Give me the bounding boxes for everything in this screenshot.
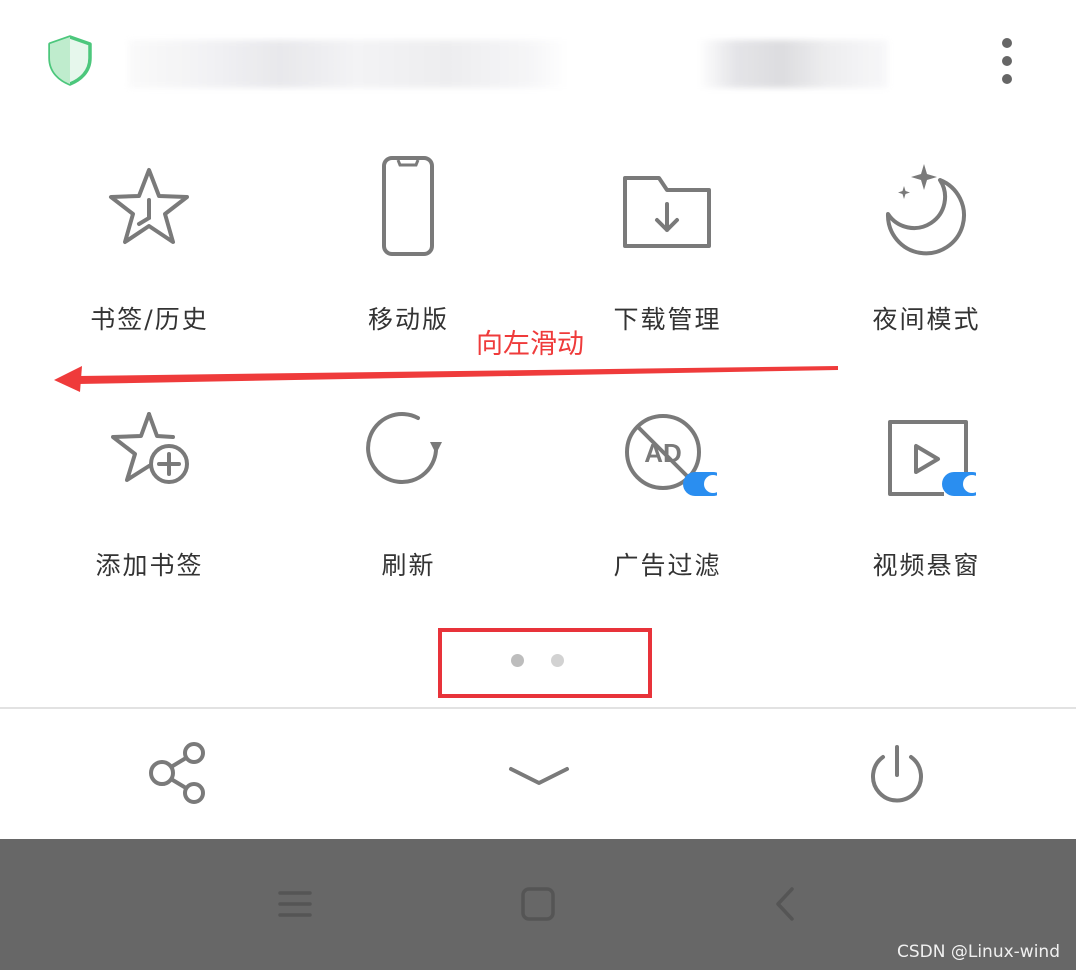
- menu-item-label: 书签/历史: [90, 305, 209, 334]
- menu-item-label: 广告过滤: [613, 551, 722, 580]
- menu-item-video-float[interactable]: 视频悬窗: [797, 386, 1056, 586]
- collapse-chevron-icon[interactable]: [499, 735, 579, 815]
- home-icon[interactable]: [513, 879, 563, 929]
- menu-item-label: 刷新: [381, 551, 436, 580]
- menu-item-label: 视频悬窗: [872, 551, 981, 580]
- back-icon[interactable]: [762, 879, 812, 929]
- menu-item-refresh[interactable]: 刷新: [279, 386, 538, 586]
- system-nav-bar: CSDN @Linux-wind: [0, 839, 1076, 970]
- menu-item-label: 添加书签: [95, 551, 204, 580]
- refresh-icon: [366, 412, 442, 484]
- swipe-left-arrow-icon: [54, 366, 838, 392]
- page-dot-2[interactable]: [551, 654, 564, 667]
- bottom-toolbar: [0, 709, 1076, 839]
- menu-item-ad-filter[interactable]: AD 广告过滤: [538, 386, 797, 586]
- download-folder-icon: [623, 176, 711, 248]
- menu-item-downloads[interactable]: 下载管理: [538, 140, 797, 340]
- menu-row: 添加书签 刷新 AD 广告过滤 视频悬窗: [20, 386, 1056, 586]
- power-icon[interactable]: [857, 735, 937, 815]
- menu-item-add-bookmark[interactable]: 添加书签: [20, 386, 279, 586]
- video-float-icon: [888, 420, 976, 496]
- share-icon[interactable]: [138, 735, 218, 815]
- bookmark-history-icon: [109, 168, 189, 244]
- more-vertical-icon[interactable]: [994, 34, 1020, 86]
- menu-item-mobile-version[interactable]: 移动版: [279, 140, 538, 340]
- svg-text:AD: AD: [644, 438, 682, 468]
- menu-item-label: 夜间模式: [872, 305, 981, 334]
- menu-icon[interactable]: [270, 879, 320, 929]
- menu-row: 书签/历史 移动版 下载管理 夜间模式: [20, 140, 1056, 340]
- url-bar[interactable]: [128, 40, 888, 88]
- menu-item-bookmarks-history[interactable]: 书签/历史: [20, 140, 279, 340]
- top-bar: [0, 0, 1076, 120]
- menu-item-night-mode[interactable]: 夜间模式: [797, 140, 1056, 340]
- phone-icon: [382, 156, 434, 256]
- watermark: CSDN @Linux-wind: [896, 942, 1060, 962]
- pager-highlight-box: [438, 628, 652, 698]
- page-dot-1[interactable]: [511, 654, 524, 667]
- ad-filter-icon: AD: [625, 414, 717, 496]
- shield-icon[interactable]: [46, 34, 94, 86]
- add-bookmark-icon: [111, 412, 189, 484]
- swipe-left-annotation: 向左滑动: [476, 329, 584, 360]
- night-mode-icon: [885, 164, 966, 256]
